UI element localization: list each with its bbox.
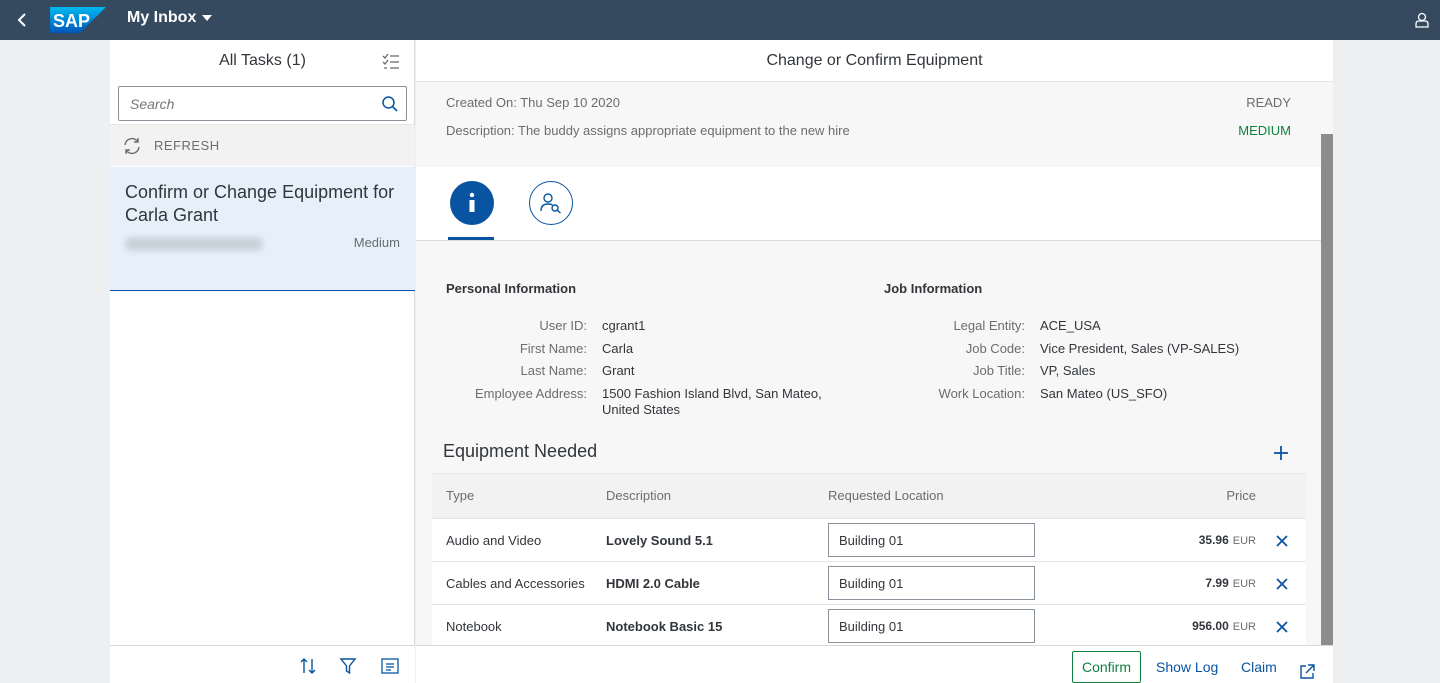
price-currency: EUR: [1232, 621, 1256, 633]
job-info-title: Job Information: [884, 281, 983, 296]
table-row: Cables and Accessories HDMI 2.0 Cable 7.…: [432, 562, 1306, 605]
icon-tab-bar: [416, 167, 1321, 241]
sap-logo: SAP: [50, 7, 106, 33]
field-label: Employee Address:: [474, 386, 587, 401]
location-input[interactable]: [828, 609, 1035, 643]
price-value: 956.00: [1192, 619, 1229, 633]
open-external-icon[interactable]: [1298, 663, 1316, 681]
back-button[interactable]: [8, 6, 36, 34]
multi-select-icon[interactable]: [381, 52, 401, 72]
master-panel: All Tasks (1) REFRESH Confirm or Change …: [110, 40, 415, 683]
refresh-label: REFRESH: [154, 138, 220, 153]
field-label: Last Name:: [520, 363, 587, 378]
field-value: Carla: [602, 341, 634, 356]
equipment-title: Equipment Needed: [443, 441, 598, 461]
master-header: All Tasks (1): [110, 40, 414, 82]
show-log-button[interactable]: Show Log: [1146, 651, 1228, 683]
equipment-table: Type Description Requested Location Pric…: [432, 473, 1306, 648]
delete-row-icon[interactable]: [1273, 575, 1291, 593]
delete-row-icon[interactable]: [1273, 532, 1291, 550]
created-on: Created On: Thu Sep 10 2020: [446, 95, 620, 110]
row-price: 956.00 EUR: [1192, 619, 1256, 633]
field-value: cgrant1: [602, 318, 646, 333]
price-value: 35.96: [1198, 533, 1229, 547]
col-price: Price: [1226, 488, 1256, 503]
tab-people[interactable]: [529, 181, 573, 225]
field-value: Vice President, Sales (VP-SALES): [1040, 341, 1240, 356]
info-icon: [469, 192, 475, 212]
search-field: [118, 86, 407, 121]
priority-badge: MEDIUM: [1238, 123, 1291, 138]
add-equipment-icon[interactable]: [1271, 443, 1291, 463]
location-input[interactable]: [828, 566, 1035, 600]
blurred-email: [125, 237, 263, 251]
row-description: HDMI 2.0 Cable: [606, 576, 700, 591]
detail-header: Change or Confirm Equipment: [416, 40, 1333, 82]
table-row: Audio and Video Lovely Sound 5.1 35.96EU…: [432, 519, 1306, 562]
row-type: Audio and Video: [446, 533, 542, 548]
field-value: San Mateo (US_SFO): [1040, 386, 1168, 401]
field-label: First Name:: [519, 341, 587, 356]
refresh-button[interactable]: REFRESH: [110, 124, 415, 166]
sort-icon[interactable]: [298, 656, 318, 676]
app-title-menu[interactable]: My Inbox: [127, 9, 213, 27]
claim-button[interactable]: Claim: [1231, 651, 1287, 683]
row-description: Lovely Sound 5.1: [606, 533, 713, 548]
field-value: 1500 Fashion Island Blvd, San Mateo, Uni…: [602, 386, 822, 417]
col-description: Description: [606, 488, 672, 503]
confirm-button[interactable]: Confirm: [1072, 651, 1142, 683]
search-input[interactable]: [119, 87, 374, 120]
table-header: Type Description Requested Location Pric…: [432, 473, 1306, 519]
shell-bar: SAP My Inbox: [0, 0, 1440, 40]
row-price: 7.99 EUR: [1205, 576, 1256, 590]
location-input[interactable]: [828, 523, 1035, 557]
table-row: Notebook Notebook Basic 15 956.00EUR: [432, 605, 1306, 648]
user-button[interactable]: [1410, 8, 1434, 32]
task-priority: Medium: [353, 235, 400, 250]
detail-panel: Change or Confirm Equipment Created On: …: [416, 40, 1333, 683]
row-price: 35.96 EUR: [1199, 533, 1256, 547]
task-description: Description: The buddy assigns appropria…: [446, 123, 850, 138]
personal-info-title: Personal Information: [446, 281, 577, 296]
detail-title: Change or Confirm Equipment: [766, 52, 983, 69]
active-tab-indicator: [448, 237, 494, 240]
price-currency: EUR: [1232, 578, 1256, 590]
task-title: Confirm or Change Equipment for Carla Gr…: [125, 182, 395, 225]
app-title: My Inbox: [127, 9, 197, 26]
refresh-icon: [124, 137, 140, 154]
tab-information[interactable]: [450, 181, 494, 225]
row-description: Notebook Basic 15: [606, 619, 723, 634]
price-value: 7.99: [1205, 576, 1229, 590]
detail-footer: Confirm Show Log Claim: [416, 645, 1333, 683]
caret-down-icon: [202, 15, 213, 21]
chevron-left-icon: [17, 13, 26, 27]
master-footer: [110, 645, 415, 683]
field-value: ACE_USA: [1040, 318, 1101, 333]
task-header-info: Created On: Thu Sep 10 2020 Description:…: [416, 82, 1321, 167]
search-icon[interactable]: [381, 95, 399, 113]
filter-icon[interactable]: [338, 656, 358, 676]
status-badge: READY: [1246, 95, 1291, 110]
person-icon: [1415, 12, 1429, 28]
row-type: Notebook: [446, 619, 502, 634]
delete-row-icon[interactable]: [1273, 618, 1291, 636]
vertical-scrollbar[interactable]: [1321, 134, 1333, 683]
col-location: Requested Location: [828, 488, 944, 503]
field-value: VP, Sales: [1040, 363, 1096, 378]
price-currency: EUR: [1232, 535, 1256, 547]
master-title: All Tasks (1): [219, 52, 306, 69]
row-type: Cables and Accessories: [446, 576, 585, 591]
field-label: Work Location:: [938, 386, 1025, 401]
field-label: Job Code:: [965, 341, 1025, 356]
field-label: Legal Entity:: [953, 318, 1025, 333]
field-label: Job Title:: [972, 363, 1025, 378]
col-type: Type: [446, 488, 475, 503]
list-item[interactable]: Confirm or Change Equipment for Carla Gr…: [110, 167, 415, 291]
group-icon[interactable]: [380, 656, 400, 676]
field-value: Grant: [602, 363, 635, 378]
field-label: User ID:: [539, 318, 587, 333]
logo-text: SAP: [53, 11, 90, 31]
person-search-icon: [540, 193, 561, 214]
